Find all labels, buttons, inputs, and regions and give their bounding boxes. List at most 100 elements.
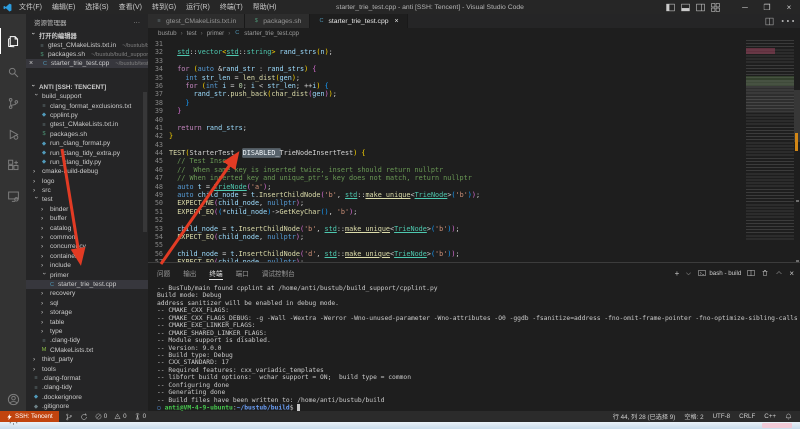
tab-starter_trie_test.cpp[interactable]: Cstarter_trie_test.cpp× (310, 14, 407, 28)
split-editor-icon[interactable] (765, 17, 774, 26)
code-line[interactable]: 37 rand_str.push_back(char_dist(gen)); (148, 90, 746, 98)
menu-item[interactable]: 运行(R) (181, 0, 215, 14)
tree-item[interactable]: $packages.sh (26, 130, 148, 139)
code-line[interactable]: 34 for (auto &rand_str : rand_strs) { (148, 65, 746, 73)
code-line[interactable]: 52 (148, 216, 746, 224)
tree-item[interactable]: ›src (26, 186, 148, 195)
open-editors-header[interactable]: › 打开的编辑器 (26, 31, 148, 40)
menu-item[interactable]: 查看(V) (114, 0, 147, 14)
tree-item[interactable]: ›sql (26, 299, 148, 308)
code-line[interactable]: 39 } (148, 107, 746, 115)
menu-item[interactable]: 文件(F) (14, 0, 47, 14)
panel-tab-调试控制台[interactable]: 调试控制台 (262, 266, 295, 280)
menu-item[interactable]: 选择(S) (80, 0, 113, 14)
tree-item[interactable]: ◆run_clang_format.py (26, 139, 148, 148)
tree-item[interactable]: ›logo (26, 177, 148, 186)
code-line[interactable]: 53 child_node = t.InsertChildNode('b', s… (148, 225, 746, 233)
tree-item[interactable]: ›cmake-build-debug (26, 167, 148, 176)
source-control-icon[interactable] (0, 90, 26, 116)
code-line[interactable]: 33 (148, 57, 746, 65)
terminal-output[interactable]: -- BusTub/main found cpplint at /home/an… (157, 285, 797, 411)
panel-tab-问题[interactable]: 问题 (157, 266, 170, 280)
tree-item[interactable]: ›test (26, 195, 148, 204)
tree-item[interactable]: ›recovery (26, 289, 148, 298)
status-item[interactable]: CRLF (739, 413, 755, 420)
code-line[interactable]: 48 auto t = TrieNode('a'); (148, 183, 746, 191)
layout-toggle-icons[interactable] (666, 3, 720, 12)
menu-item[interactable]: 终端(T) (215, 0, 248, 14)
tree-item[interactable]: ≡.clang-format (26, 374, 148, 383)
tree-item[interactable]: ›storage (26, 308, 148, 317)
close-button[interactable]: × (778, 0, 800, 14)
status-item[interactable]: UTF-8 (713, 413, 731, 420)
tree-item[interactable]: ›buffer (26, 214, 148, 223)
minimize-button[interactable]: ─ (734, 0, 756, 14)
breadcrumb-item[interactable]: bustub (158, 30, 177, 37)
maximize-panel-chevron-icon[interactable] (775, 269, 783, 277)
code-line[interactable]: 45 // Test Insert (148, 157, 746, 165)
code-line[interactable]: 46 // When same key is inserted twice, i… (148, 166, 746, 174)
menu-item[interactable]: 帮助(H) (248, 0, 282, 14)
tab-gtest_CMakeLists.txt.in[interactable]: ≡gtest_CMakeLists.txt.in (148, 14, 245, 28)
tree-item[interactable]: ◆.gitignore (26, 402, 148, 411)
bell-icon[interactable] (785, 413, 792, 420)
breadcrumb-item[interactable]: test (187, 30, 197, 37)
explorer-icon[interactable] (0, 28, 26, 54)
tree-item[interactable]: ›concurrency (26, 242, 148, 251)
tab-packages.sh[interactable]: $packages.sh (245, 14, 310, 28)
tree-item[interactable]: MCMakeLists.txt (26, 346, 148, 355)
panel-tab-端口[interactable]: 端口 (236, 266, 249, 280)
warnings-indicator[interactable]: 0 (114, 413, 126, 420)
code-line[interactable]: 36 for (int i = 0; i < str_len; ++i) { (148, 82, 746, 90)
tree-item[interactable]: ≡.clang-tidy (26, 336, 148, 345)
code-line[interactable]: 41 return rand_strs; (148, 124, 746, 132)
close-panel-icon[interactable]: × (789, 269, 794, 278)
extensions-icon[interactable] (0, 152, 26, 178)
code-line[interactable]: 42} (148, 132, 746, 140)
editor-scrollbar[interactable] (794, 40, 800, 262)
tree-item[interactable]: ≡clang_format_exclusions.txt (26, 101, 148, 110)
panel-tab-终端[interactable]: 终端 (209, 266, 222, 280)
run-debug-icon[interactable] (0, 121, 26, 147)
tree-item[interactable]: ≡.clang-tidy (26, 383, 148, 392)
tree-item[interactable]: ›include (26, 261, 148, 270)
tree-item[interactable]: ›build_support (26, 92, 148, 101)
remote-explorer-icon[interactable] (0, 183, 26, 209)
project-section-header[interactable]: › ANTI [SSH: TENCENT] (26, 83, 148, 92)
tree-item[interactable]: ◆cpplint.py (26, 111, 148, 120)
restore-button[interactable]: ❐ (756, 0, 778, 14)
code-line[interactable]: 31 (148, 40, 746, 48)
sidebar-more-actions-icon[interactable]: ··· (134, 19, 141, 26)
open-editor-item[interactable]: $packages.sh~/bustub/build_support (26, 50, 148, 59)
menu-item[interactable]: 转到(G) (147, 0, 181, 14)
code-line[interactable]: 50 EXPECT_NE(child_node, nullptr); (148, 199, 746, 207)
tree-item[interactable]: ›catalog (26, 223, 148, 232)
breadcrumb-item[interactable]: starter_trie_test.cpp (244, 30, 299, 37)
tree-item[interactable]: ›binder (26, 205, 148, 214)
status-item[interactable]: 行 44, 列 28 (已选择 9) (613, 412, 676, 421)
tree-item[interactable]: ›primer (26, 270, 148, 279)
menu-item[interactable]: 编辑(E) (47, 0, 80, 14)
code-line[interactable]: 49 auto child_node = t.InsertChildNode('… (148, 191, 746, 199)
tree-item[interactable]: ›tools (26, 364, 148, 373)
close-editor-icon[interactable]: × (29, 60, 36, 67)
code-line[interactable]: 40 (148, 116, 746, 124)
code-line[interactable]: 32 std::vector<std::string> rand_strs(n)… (148, 48, 746, 56)
sidebar-scrollbar[interactable] (143, 92, 147, 232)
tree-item[interactable]: ›type (26, 327, 148, 336)
tree-item[interactable]: Cstarter_trie_test.cpp (26, 280, 148, 289)
tree-item[interactable]: ›container (26, 252, 148, 261)
code-line[interactable]: 47 // When inserted key and unique_ptr's… (148, 174, 746, 182)
new-terminal-icon[interactable]: + (675, 269, 680, 278)
code-line[interactable]: 51 EXPECT_EQ((*child_node)->GetKeyChar()… (148, 208, 746, 216)
minimap-slider[interactable] (746, 80, 794, 112)
tree-item[interactable]: ◆.dockerignore (26, 393, 148, 402)
ports-indicator[interactable]: 0 (134, 413, 146, 420)
code-line[interactable]: 43 (148, 141, 746, 149)
terminal-select[interactable]: bash - build (698, 269, 741, 277)
tree-item[interactable]: ◆run_clang_tidy_extra.py (26, 148, 148, 157)
tree-item[interactable]: ›third_party (26, 355, 148, 364)
sync-icon[interactable] (80, 413, 88, 421)
code-line[interactable]: 56 child_node = t.InsertChildNode('d', s… (148, 250, 746, 258)
code-editor[interactable]: 3132 std::vector<std::string> rand_strs(… (148, 40, 746, 262)
